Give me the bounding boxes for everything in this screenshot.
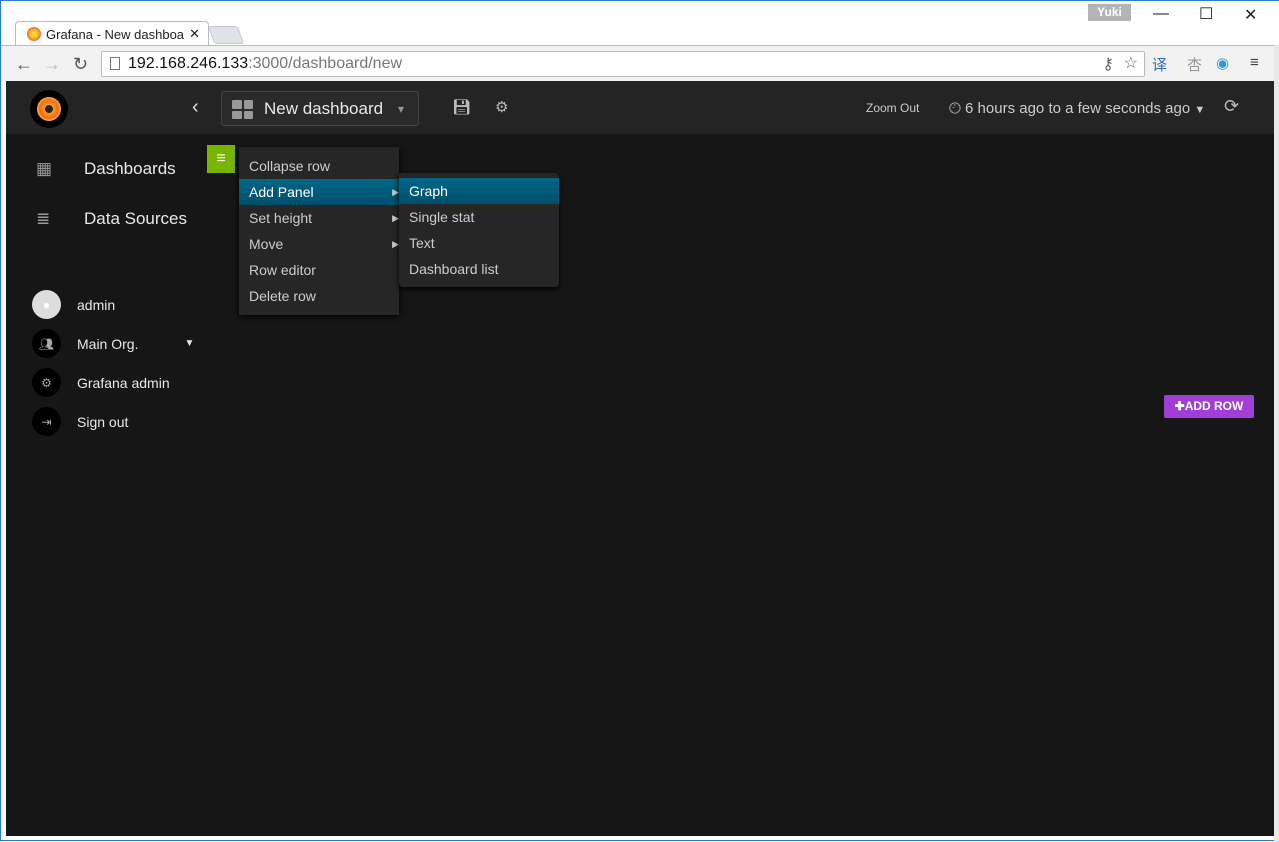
sign-out-link[interactable]: ⇥ Sign out: [32, 407, 128, 436]
gear-icon: ⚙: [32, 368, 61, 397]
menu-item-row-editor[interactable]: Row editor: [239, 257, 399, 283]
sign-out-label: Sign out: [77, 413, 129, 430]
browser-tab[interactable]: Grafana - New dashboa ✕: [15, 21, 209, 46]
sidebar-item-data-sources[interactable]: ≣ Data Sources: [36, 209, 187, 229]
top-navbar: ‹ New dashboard ▾ 💾︎ ⚙ Zoom Out 🕘︎ 6 hou…: [6, 81, 1274, 134]
sidebar-item-label: Data Sources: [84, 209, 187, 228]
menu-item-label: Set height: [249, 210, 313, 226]
avatar: ●: [32, 290, 61, 319]
page-icon: [110, 57, 120, 70]
add-panel-submenu: Graph Single stat Text Dashboard list: [399, 173, 559, 287]
star-icon[interactable]: ☆: [1124, 53, 1138, 73]
menu-icon[interactable]: ≡: [1250, 54, 1259, 71]
chevron-left-icon[interactable]: ‹: [192, 96, 199, 119]
caret-down-icon: ▼: [184, 338, 195, 349]
menu-item-set-height[interactable]: Set height ▶: [239, 205, 399, 231]
refresh-icon[interactable]: ⟳: [1224, 96, 1239, 117]
submenu-item-text[interactable]: Text: [399, 230, 559, 256]
back-icon[interactable]: ←: [15, 54, 33, 75]
grafana-app: ‹ New dashboard ▾ 💾︎ ⚙ Zoom Out 🕘︎ 6 hou…: [6, 81, 1274, 836]
dictionary-extension-icon[interactable]: 杏: [1187, 54, 1202, 75]
menu-item-add-panel[interactable]: Add Panel ▶: [239, 179, 399, 205]
new-tab-button[interactable]: [207, 26, 245, 44]
menu-item-label: Move: [249, 236, 284, 252]
row-menu: Collapse row Add Panel ▶ Set height ▶ Move…: [239, 147, 399, 315]
title-bar: Grafana - New dashboa ✕ Yuki — ☐ ✕: [1, 1, 1279, 46]
caret-right-icon: ▶: [392, 213, 399, 223]
user-profile[interactable]: ● admin: [32, 290, 115, 319]
time-range-label: 6 hours ago to a few seconds ago: [965, 100, 1191, 117]
time-range-picker[interactable]: 🕘︎ 6 hours ago to a few seconds ago ▼: [949, 100, 1205, 117]
reload-icon[interactable]: ↻: [73, 54, 88, 75]
scrollbar[interactable]: [1274, 45, 1279, 842]
url-host: 192.168.246.133: [128, 55, 249, 72]
edge-extension-icon[interactable]: ◉: [1216, 54, 1229, 72]
caret-down-icon: ▾: [397, 102, 404, 116]
close-tab-icon[interactable]: ✕: [189, 26, 200, 42]
dashboard-grid-icon: ▦: [36, 159, 53, 178]
dashboard-title: New dashboard: [264, 99, 384, 118]
translate-extension-icon[interactable]: 译: [1152, 54, 1167, 75]
menu-item-label: Add Panel: [249, 184, 314, 200]
maximize-icon[interactable]: ☐: [1199, 4, 1213, 24]
profile-badge[interactable]: Yuki: [1088, 4, 1131, 21]
plus-icon: ✚: [1174, 399, 1185, 413]
grafana-logo-icon[interactable]: [30, 90, 68, 128]
save-icon[interactable]: 💾︎: [452, 98, 471, 116]
grafana-admin-label: Grafana admin: [77, 374, 170, 391]
sign-out-icon: ⇥: [32, 407, 61, 436]
key-icon[interactable]: ⚷: [1102, 54, 1114, 74]
menu-item-move[interactable]: Move ▶: [239, 231, 399, 257]
close-window-icon[interactable]: ✕: [1244, 5, 1257, 25]
submenu-item-dashboard-list[interactable]: Dashboard list: [399, 256, 559, 282]
sidebar-item-dashboards[interactable]: ▦ Dashboards: [36, 159, 176, 179]
grafana-admin-link[interactable]: ⚙ Grafana admin: [32, 368, 170, 397]
browser-window: Grafana - New dashboa ✕ Yuki — ☐ ✕ ← → ↻…: [0, 0, 1279, 842]
clock-icon: 🕘︎: [949, 100, 961, 117]
user-name: admin: [77, 296, 116, 313]
caret-right-icon: ▶: [392, 239, 399, 249]
caret-right-icon: ▶: [392, 187, 399, 197]
address-bar[interactable]: 192.168.246.133:3000/dashboard/new ⚷ ☆: [101, 51, 1145, 77]
menu-item-collapse-row[interactable]: Collapse row: [239, 153, 399, 179]
hamburger-icon: ≡: [216, 150, 226, 167]
org-name: Main Org.: [77, 335, 139, 352]
dashboard-grid-icon: [232, 100, 253, 119]
grafana-favicon-icon: [27, 27, 41, 41]
gear-icon[interactable]: ⚙: [495, 98, 508, 116]
submenu-item-graph[interactable]: Graph: [399, 178, 559, 204]
users-icon: 👥︎: [32, 329, 61, 358]
add-row-button[interactable]: ✚ADD ROW: [1164, 395, 1254, 418]
submenu-item-single-stat[interactable]: Single stat: [399, 204, 559, 230]
org-switcher[interactable]: 👥︎ Main Org. ▼: [32, 329, 194, 358]
browser-toolbar: ← → ↻ 192.168.246.133:3000/dashboard/new…: [1, 45, 1279, 81]
sidebar-item-label: Dashboards: [84, 159, 176, 178]
row-menu-button[interactable]: ≡: [207, 145, 235, 173]
tab-title: Grafana - New dashboa: [46, 27, 185, 42]
minimize-icon[interactable]: —: [1153, 5, 1169, 23]
zoom-out-button[interactable]: Zoom Out: [866, 101, 919, 115]
url-path: :3000/dashboard/new: [248, 55, 403, 72]
add-row-label: ADD ROW: [1184, 399, 1244, 413]
caret-down-icon: ▼: [1194, 104, 1206, 116]
forward-icon[interactable]: →: [43, 54, 61, 75]
database-icon: ≣: [36, 209, 51, 228]
dashboard-picker[interactable]: New dashboard ▾: [221, 91, 419, 126]
menu-item-delete-row[interactable]: Delete row: [239, 283, 399, 309]
